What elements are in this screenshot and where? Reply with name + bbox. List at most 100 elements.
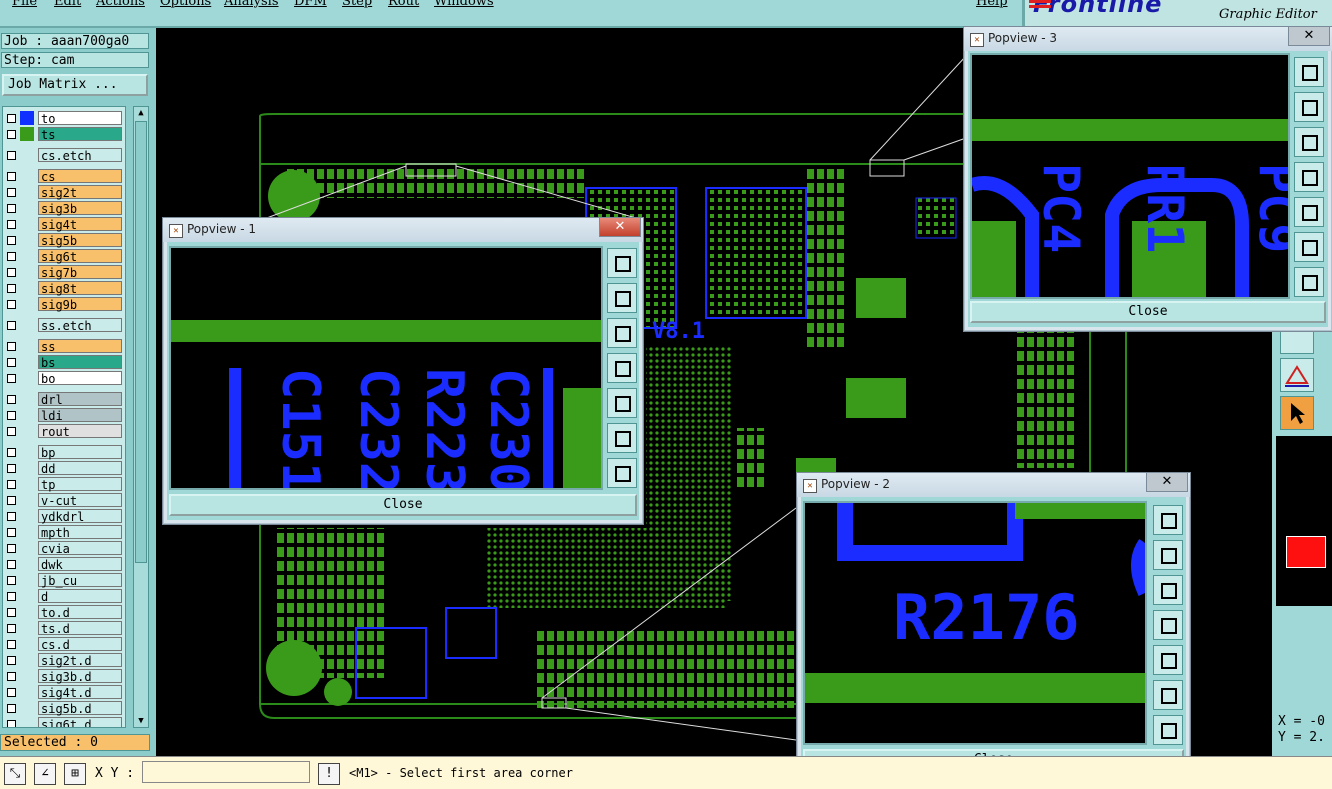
- layer-row[interactable]: cs.etch: [3, 148, 123, 163]
- layer-row[interactable]: cs.d: [3, 637, 123, 652]
- layer-checkbox[interactable]: [7, 496, 16, 505]
- menu-edit[interactable]: Edit: [54, 0, 81, 9]
- layer-checkbox[interactable]: [7, 688, 16, 697]
- pan-up-icon[interactable]: [607, 283, 637, 313]
- layer-checkbox[interactable]: [7, 656, 16, 665]
- layer-name[interactable]: ss.etch: [38, 318, 122, 333]
- menu-analysis[interactable]: Analysis: [224, 0, 279, 9]
- layer-checkbox[interactable]: [7, 395, 16, 404]
- layer-checkbox[interactable]: [7, 321, 16, 330]
- layer-checkbox[interactable]: [7, 608, 16, 617]
- close-icon[interactable]: ✕: [1288, 27, 1330, 46]
- popview-3-close-button[interactable]: Close: [970, 301, 1326, 323]
- layer-checkbox[interactable]: [7, 284, 16, 293]
- layer-row[interactable]: sig5b: [3, 233, 123, 248]
- layer-row[interactable]: sig5b.d: [3, 701, 123, 716]
- menu-actions[interactable]: Actions: [96, 0, 145, 9]
- close-icon[interactable]: ✕: [1146, 473, 1188, 492]
- menu-rout[interactable]: Rout: [388, 0, 419, 9]
- layer-row[interactable]: sig3b: [3, 201, 123, 216]
- layer-name[interactable]: dd: [38, 461, 122, 476]
- layer-checkbox[interactable]: [7, 130, 16, 139]
- layer-row[interactable]: rout: [3, 424, 123, 439]
- layer-checkbox[interactable]: [7, 720, 16, 727]
- job-matrix-button[interactable]: Job Matrix ...: [2, 74, 148, 96]
- zoom-fit-icon[interactable]: [1153, 505, 1183, 535]
- layer-row[interactable]: sig8t: [3, 281, 123, 296]
- popview-3-view[interactable]: PC4 PR1 PC9: [970, 53, 1290, 299]
- layer-row[interactable]: drl: [3, 392, 123, 407]
- layer-row[interactable]: to.d: [3, 605, 123, 620]
- zoom-area-icon[interactable]: ⤡: [4, 763, 26, 785]
- zoom-out-icon[interactable]: [1153, 715, 1183, 745]
- triangle-tool-icon[interactable]: [1280, 358, 1314, 392]
- scroll-thumb[interactable]: [135, 121, 147, 563]
- layer-name[interactable]: to.d: [38, 605, 122, 620]
- layer-name[interactable]: drl: [38, 392, 122, 407]
- pan-down-icon[interactable]: [1294, 127, 1324, 157]
- pan-left-icon[interactable]: [607, 353, 637, 383]
- pan-up-icon[interactable]: [1153, 540, 1183, 570]
- pan-right-icon[interactable]: [1294, 197, 1324, 227]
- pointer-tool-icon[interactable]: [1280, 396, 1314, 430]
- menu-dfm[interactable]: DFM: [294, 0, 327, 9]
- layer-row[interactable]: ss: [3, 339, 123, 354]
- measure-icon[interactable]: ∠: [34, 763, 56, 785]
- menu-windows[interactable]: Windows: [434, 0, 494, 9]
- layer-checkbox[interactable]: [7, 411, 16, 420]
- menu-help[interactable]: Help: [976, 0, 1008, 9]
- layer-checkbox[interactable]: [7, 427, 16, 436]
- layer-row[interactable]: d: [3, 589, 123, 604]
- layer-name[interactable]: cs: [38, 169, 122, 184]
- layer-name[interactable]: sig2t: [38, 185, 122, 200]
- popview-1-close-button[interactable]: Close: [169, 494, 637, 516]
- layer-row[interactable]: bs: [3, 355, 123, 370]
- popview-2-window[interactable]: ✕ Popview - 2 ✕ R2176 Close: [796, 472, 1191, 782]
- layer-row[interactable]: jb_cu: [3, 573, 123, 588]
- layer-checkbox[interactable]: [7, 300, 16, 309]
- grid-icon[interactable]: ⊞: [64, 763, 86, 785]
- pan-down-icon[interactable]: [1153, 575, 1183, 605]
- menu-step[interactable]: Step: [342, 0, 372, 9]
- layer-checkbox[interactable]: [7, 448, 16, 457]
- layer-name[interactable]: ydkdrl: [38, 509, 122, 524]
- layer-name[interactable]: sig9b: [38, 297, 122, 312]
- layer-row[interactable]: sig6t: [3, 249, 123, 264]
- layer-row[interactable]: sig3b.d: [3, 669, 123, 684]
- layer-name[interactable]: sig3b: [38, 201, 122, 216]
- layer-row[interactable]: cvia: [3, 541, 123, 556]
- layer-checkbox[interactable]: [7, 268, 16, 277]
- layer-name[interactable]: mpth: [38, 525, 122, 540]
- layer-name[interactable]: bp: [38, 445, 122, 460]
- layer-row[interactable]: sig4t.d: [3, 685, 123, 700]
- pan-left-icon[interactable]: [1294, 162, 1324, 192]
- layer-row[interactable]: sig4t: [3, 217, 123, 232]
- layer-row[interactable]: ydkdrl: [3, 509, 123, 524]
- layer-checkbox[interactable]: [7, 358, 16, 367]
- layer-name[interactable]: cvia: [38, 541, 122, 556]
- layer-checkbox[interactable]: [7, 204, 16, 213]
- zoom-in-icon[interactable]: [607, 423, 637, 453]
- layer-checkbox[interactable]: [7, 672, 16, 681]
- layer-name[interactable]: bo: [38, 371, 122, 386]
- layer-row[interactable]: tp: [3, 477, 123, 492]
- layer-name[interactable]: ts.d: [38, 621, 122, 636]
- layer-row[interactable]: sig9b: [3, 297, 123, 312]
- layer-checkbox[interactable]: [7, 252, 16, 261]
- layer-name[interactable]: dwk: [38, 557, 122, 572]
- pan-up-icon[interactable]: [1294, 92, 1324, 122]
- layer-row[interactable]: to: [3, 111, 123, 126]
- scroll-down-icon[interactable]: ▼: [135, 715, 147, 727]
- layer-checkbox[interactable]: [7, 342, 16, 351]
- zoom-out-icon[interactable]: [607, 458, 637, 488]
- layer-name[interactable]: cs.etch: [38, 148, 122, 163]
- layer-name[interactable]: sig3b.d: [38, 669, 122, 684]
- popview-3-window[interactable]: ✕ Popview - 3 ✕ PC4 PR1 PC9 Close: [963, 26, 1332, 332]
- layer-name[interactable]: ss: [38, 339, 122, 354]
- layer-checkbox[interactable]: [7, 480, 16, 489]
- layer-name[interactable]: sig8t: [38, 281, 122, 296]
- layer-checkbox[interactable]: [7, 528, 16, 537]
- pan-right-icon[interactable]: [1153, 645, 1183, 675]
- xy-input[interactable]: [142, 761, 310, 783]
- popview-1-window[interactable]: ✕ Popview - 1 ✕ C151 C232 R223 C230 Clos…: [162, 217, 644, 525]
